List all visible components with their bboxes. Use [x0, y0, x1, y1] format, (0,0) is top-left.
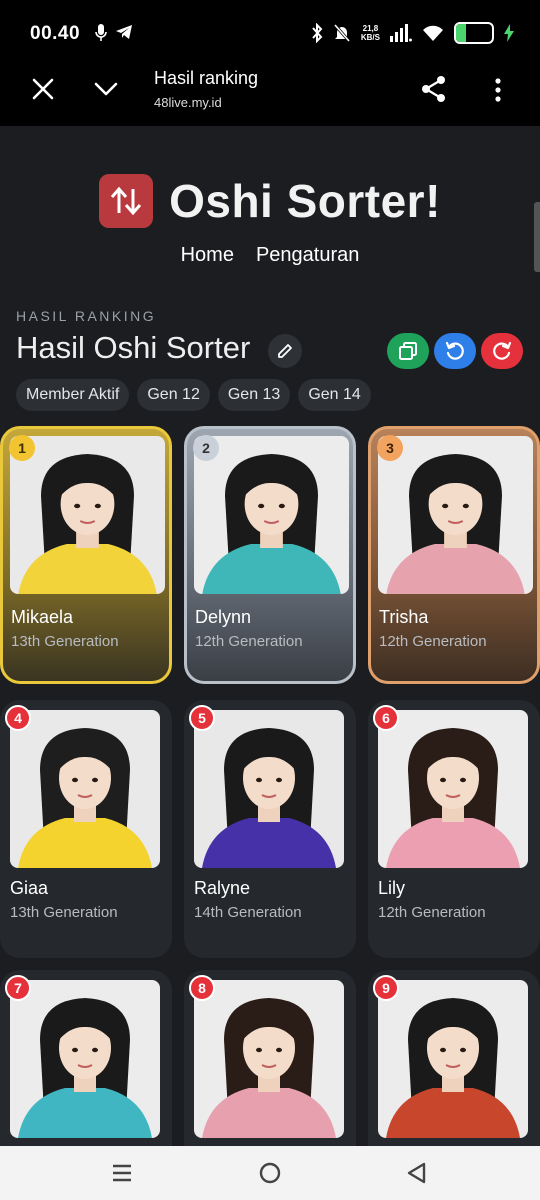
- member-generation: 12th Generation: [379, 633, 487, 650]
- rank-badge: 4: [5, 705, 31, 731]
- status-time: 00.40: [30, 23, 81, 44]
- member-photo: [10, 710, 160, 868]
- rank-badge: 5: [189, 705, 215, 731]
- recents-icon[interactable]: [110, 1162, 134, 1184]
- member-photo: [378, 980, 528, 1138]
- member-name: Lily: [378, 878, 406, 898]
- rank-badge: 2: [193, 435, 219, 461]
- back-icon[interactable]: [404, 1161, 428, 1185]
- speed-value: 21,8: [362, 24, 379, 33]
- ranking-card[interactable]: 1 Mikaela 13th Generation: [0, 426, 172, 684]
- ranking-card[interactable]: 5 Ralyne 14th Generation: [184, 700, 356, 958]
- app-title: Oshi Sorter!: [169, 175, 441, 227]
- wifi-icon: [423, 25, 443, 41]
- member-generation: 13th Generation: [10, 904, 118, 921]
- charging-icon: [504, 24, 514, 42]
- redo-icon: [493, 341, 512, 360]
- member-name: Delynn: [195, 607, 252, 627]
- battery-icon: 27: [454, 22, 494, 44]
- member-photo: [378, 436, 533, 594]
- member-photo: [378, 710, 528, 868]
- sort-arrows-icon: [99, 174, 154, 228]
- microphone-icon: [95, 24, 107, 41]
- page-title: Hasil ranking: [154, 68, 259, 88]
- status-right-icons: 21,8 KB/S 27: [311, 22, 514, 44]
- telegram-icon: [116, 25, 132, 39]
- member-photo: [10, 436, 165, 594]
- member-generation: 12th Generation: [195, 633, 303, 650]
- nav-settings[interactable]: Pengaturan: [256, 244, 359, 267]
- mute-icon: [333, 24, 351, 42]
- chip-gen-14[interactable]: Gen 14: [298, 379, 371, 411]
- ranking-card[interactable]: 3 Trisha 12th Generation: [368, 426, 540, 684]
- rank-badge: 3: [377, 435, 403, 461]
- edit-title-button[interactable]: [268, 334, 302, 368]
- edit-pencil-icon: [278, 344, 292, 358]
- rank-badge: 9: [373, 975, 399, 1001]
- section-label: HASIL RANKING: [16, 308, 157, 324]
- member-name: Trisha: [379, 607, 429, 627]
- undo-icon: [445, 341, 464, 360]
- system-nav-bar: [0, 1146, 540, 1200]
- member-generation: 14th Generation: [194, 904, 302, 921]
- signal-icon: [390, 24, 412, 42]
- brand-header: Oshi Sorter!: [0, 174, 540, 228]
- more-vert-icon[interactable]: [488, 75, 508, 105]
- rank-badge: 6: [373, 705, 399, 731]
- chip-gen-12[interactable]: Gen 12: [137, 379, 210, 411]
- nav-home[interactable]: Home: [181, 244, 234, 267]
- page-url: 48live.my.id: [154, 95, 222, 110]
- copy-button[interactable]: [387, 333, 429, 369]
- chip-member-aktif[interactable]: Member Aktif: [16, 379, 130, 411]
- rank-badge: 1: [9, 435, 35, 461]
- chip-gen-13[interactable]: Gen 13: [217, 379, 291, 411]
- network-speed: 21,8 KB/S: [361, 24, 380, 42]
- ranking-card[interactable]: 8: [184, 970, 356, 1146]
- member-photo: [194, 980, 344, 1138]
- share-icon[interactable]: [420, 74, 448, 104]
- ranking-card[interactable]: 4 Giaa 13th Generation: [0, 700, 172, 958]
- filter-chips: Member Aktif Gen 12 Gen 13 Gen 14: [16, 379, 371, 411]
- member-photo: [194, 710, 344, 868]
- rank-badge: 7: [5, 975, 31, 1001]
- status-bar: 00.40 21,8 KB/S 27: [0, 0, 540, 62]
- battery-level: [456, 24, 466, 42]
- member-name: Mikaela: [11, 607, 74, 627]
- member-photo: [10, 980, 160, 1138]
- copy-icon: [399, 342, 417, 360]
- chevron-down-icon[interactable]: [92, 76, 120, 102]
- ranking-card[interactable]: 7: [0, 970, 172, 1146]
- ranking-card[interactable]: 6 Lily 12th Generation: [368, 700, 540, 958]
- member-generation: 12th Generation: [378, 904, 486, 921]
- ranking-card[interactable]: 2 Delynn 12th Generation: [184, 426, 356, 684]
- battery-percent: 27: [467, 26, 481, 40]
- result-title: Hasil Oshi Sorter: [16, 330, 251, 365]
- member-name: Giaa: [10, 878, 49, 898]
- ranking-card[interactable]: 9: [368, 970, 540, 1146]
- redo-button[interactable]: [481, 333, 523, 369]
- status-left-icons: [95, 24, 133, 42]
- member-photo: [194, 436, 349, 594]
- bluetooth-icon: [312, 23, 323, 43]
- browser-toolbar: Hasil ranking 48live.my.id: [0, 62, 540, 126]
- member-name: Ralyne: [194, 878, 251, 898]
- speed-unit: KB/S: [360, 33, 380, 42]
- undo-button[interactable]: [434, 333, 476, 369]
- rank-badge: 8: [189, 975, 215, 1001]
- web-page: Oshi Sorter! Home Pengaturan HASIL RANKI…: [0, 126, 540, 1146]
- main-nav: Home Pengaturan: [0, 244, 540, 267]
- close-icon[interactable]: [30, 76, 56, 102]
- home-icon[interactable]: [258, 1161, 282, 1185]
- member-generation: 13th Generation: [11, 633, 119, 650]
